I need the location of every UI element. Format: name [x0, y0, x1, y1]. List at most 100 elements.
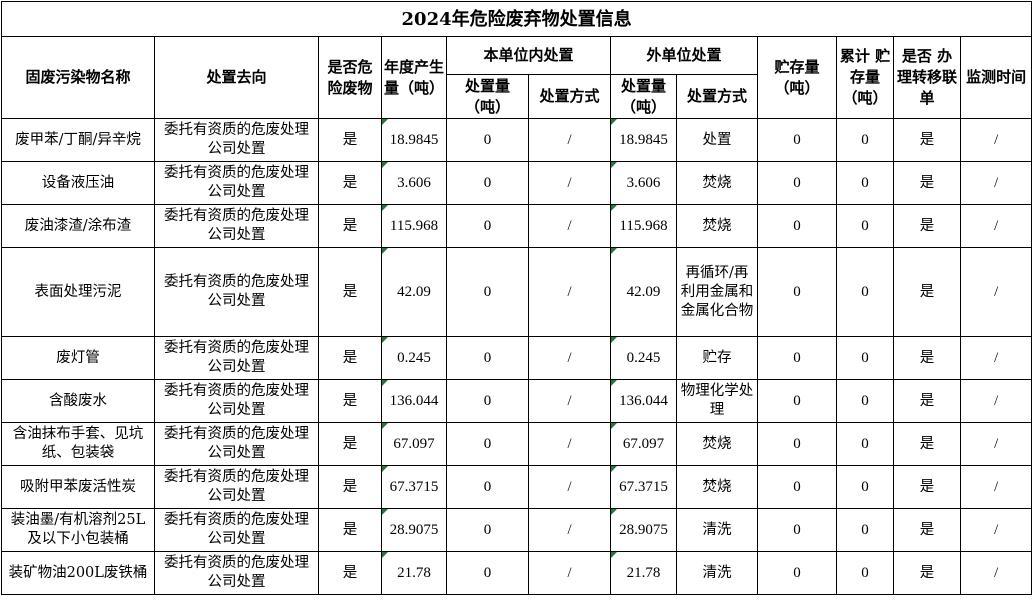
- cell-storage: 0: [757, 247, 837, 337]
- cell-monitor-time: /: [959, 465, 1032, 509]
- table-row: 含油抹布手套、见坑纸、包装袋 委托有资质的危废处理公司处置 是 67.097 0…: [1, 422, 1032, 466]
- cell-name: 装矿物油200L废铁桶: [1, 551, 155, 595]
- cell-destination: 委托有资质的危废处理公司处置: [154, 422, 319, 466]
- header-internal-method: 处置方式: [528, 74, 611, 119]
- cell-annual-output: 3.606: [381, 161, 447, 205]
- cell-cumulative-storage: 0: [836, 161, 894, 205]
- header-name: 固废污染物名称: [1, 36, 155, 119]
- cell-storage: 0: [757, 379, 837, 423]
- cell-annual-output: 136.044: [381, 379, 447, 423]
- cell-transfer-form: 是: [893, 161, 961, 205]
- cell-cumulative-storage: 0: [836, 508, 894, 552]
- cell-internal-method: /: [528, 422, 611, 466]
- table-row: 废油漆渣/涂布渣 委托有资质的危废处理公司处置 是 115.968 0 / 11…: [1, 204, 1032, 248]
- cell-internal-method: /: [528, 508, 611, 552]
- header-internal-amount: 处置量（吨）: [446, 74, 529, 119]
- cell-destination: 委托有资质的危废处理公司处置: [154, 336, 319, 380]
- cell-annual-output: 21.78: [381, 551, 447, 595]
- cell-internal-amount: 0: [446, 118, 529, 162]
- cell-destination: 委托有资质的危废处理公司处置: [154, 508, 319, 552]
- table-row: 含酸废水 委托有资质的危废处理公司处置 是 136.044 0 / 136.04…: [1, 379, 1032, 423]
- cell-internal-method: /: [528, 161, 611, 205]
- cell-annual-output: 18.9845: [381, 118, 447, 162]
- header-internal-group: 本单位内处置: [446, 36, 611, 75]
- cell-transfer-form: 是: [893, 204, 961, 248]
- cell-external-amount: 21.78: [610, 551, 677, 595]
- cell-cumulative-storage: 0: [836, 551, 894, 595]
- table-row: 设备液压油 委托有资质的危废处理公司处置 是 3.606 0 / 3.606 焚…: [1, 161, 1032, 205]
- cell-monitor-time: /: [959, 379, 1032, 423]
- table-row: 装油墨/有机溶剂25L及以下小包装桶 委托有资质的危废处理公司处置 是 28.9…: [1, 508, 1032, 552]
- cell-monitor-time: /: [959, 118, 1032, 162]
- cell-name: 装油墨/有机溶剂25L及以下小包装桶: [1, 508, 155, 552]
- cell-is-hazardous: 是: [318, 336, 382, 380]
- cell-internal-amount: 0: [446, 465, 529, 509]
- header-is-hazardous: 是否危险废物: [318, 36, 382, 119]
- header-annual-output: 年度产生量（吨）: [381, 36, 447, 119]
- cell-transfer-form: 是: [893, 118, 961, 162]
- cell-internal-method: /: [528, 204, 611, 248]
- cell-internal-amount: 0: [446, 422, 529, 466]
- cell-cumulative-storage: 0: [836, 465, 894, 509]
- cell-external-method: 焚烧: [676, 465, 758, 509]
- cell-is-hazardous: 是: [318, 161, 382, 205]
- cell-internal-amount: 0: [446, 379, 529, 423]
- cell-external-method: 清洗: [676, 508, 758, 552]
- cell-storage: 0: [757, 422, 837, 466]
- cell-monitor-time: /: [959, 247, 1032, 337]
- cell-monitor-time: /: [959, 336, 1032, 380]
- cell-annual-output: 42.09: [381, 247, 447, 337]
- cell-cumulative-storage: 0: [836, 204, 894, 248]
- cell-transfer-form: 是: [893, 508, 961, 552]
- cell-internal-method: /: [528, 551, 611, 595]
- header-transfer-form: 是否 办理转移联单: [893, 36, 961, 119]
- cell-destination: 委托有资质的危废处理公司处置: [154, 465, 319, 509]
- cell-storage: 0: [757, 161, 837, 205]
- header-destination: 处置去向: [154, 36, 319, 119]
- table-row: 表面处理污泥 委托有资质的危废处理公司处置 是 42.09 0 / 42.09 …: [1, 247, 1032, 337]
- cell-destination: 委托有资质的危废处理公司处置: [154, 379, 319, 423]
- cell-internal-amount: 0: [446, 161, 529, 205]
- cell-storage: 0: [757, 465, 837, 509]
- cell-internal-method: /: [528, 336, 611, 380]
- header-external-method: 处置方式: [676, 74, 758, 119]
- cell-external-amount: 67.3715: [610, 465, 677, 509]
- cell-is-hazardous: 是: [318, 465, 382, 509]
- cell-external-method: 焚烧: [676, 422, 758, 466]
- cell-external-amount: 136.044: [610, 379, 677, 423]
- cell-destination: 委托有资质的危废处理公司处置: [154, 118, 319, 162]
- header-external-group: 外单位处置: [610, 36, 758, 75]
- cell-cumulative-storage: 0: [836, 336, 894, 380]
- cell-annual-output: 28.9075: [381, 508, 447, 552]
- cell-external-method: 再循环/再利用金属和金属化合物: [676, 247, 758, 337]
- cell-is-hazardous: 是: [318, 422, 382, 466]
- cell-external-method: 贮存: [676, 336, 758, 380]
- cell-transfer-form: 是: [893, 379, 961, 423]
- cell-transfer-form: 是: [893, 465, 961, 509]
- header-monitor-time: 监测时间: [959, 36, 1032, 119]
- cell-internal-method: /: [528, 379, 611, 423]
- table-row: 吸附甲苯废活性炭 委托有资质的危废处理公司处置 是 67.3715 0 / 67…: [1, 465, 1032, 509]
- cell-destination: 委托有资质的危废处理公司处置: [154, 161, 319, 205]
- cell-transfer-form: 是: [893, 422, 961, 466]
- table-row: 装矿物油200L废铁桶 委托有资质的危废处理公司处置 是 21.78 0 / 2…: [1, 551, 1032, 595]
- cell-is-hazardous: 是: [318, 379, 382, 423]
- cell-cumulative-storage: 0: [836, 247, 894, 337]
- cell-storage: 0: [757, 336, 837, 380]
- cell-is-hazardous: 是: [318, 118, 382, 162]
- table-title: 2024年危险废弃物处置信息: [0, 1, 1032, 37]
- cell-name: 设备液压油: [1, 161, 155, 205]
- cell-cumulative-storage: 0: [836, 118, 894, 162]
- cell-annual-output: 115.968: [381, 204, 447, 248]
- cell-name: 废油漆渣/涂布渣: [1, 204, 155, 248]
- cell-internal-amount: 0: [446, 336, 529, 380]
- cell-external-amount: 28.9075: [610, 508, 677, 552]
- header-storage: 贮存量（吨）: [757, 36, 837, 119]
- cell-is-hazardous: 是: [318, 247, 382, 337]
- table-row: 废甲苯/丁酮/异辛烷 委托有资质的危废处理公司处置 是 18.9845 0 / …: [1, 118, 1032, 162]
- spreadsheet-sheet: 2024年危险废弃物处置信息 固废污染物名称 处置去向 是否危险废物 年度产生量…: [0, 0, 1032, 600]
- cell-storage: 0: [757, 508, 837, 552]
- cell-destination: 委托有资质的危废处理公司处置: [154, 551, 319, 595]
- cell-annual-output: 67.3715: [381, 465, 447, 509]
- cell-internal-amount: 0: [446, 508, 529, 552]
